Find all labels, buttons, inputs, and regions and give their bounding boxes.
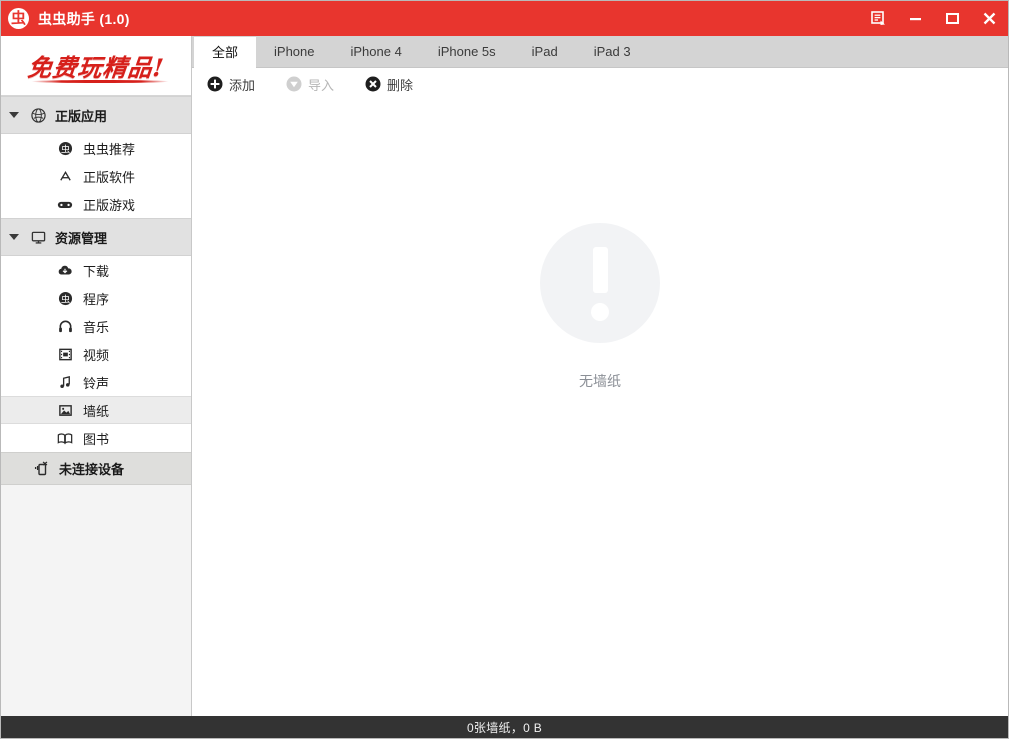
delete-button-label: 删除 [387,75,413,94]
disconnected-device-icon [31,461,53,476]
chevron-down-icon [1,234,27,241]
sidebar-filler [1,485,191,716]
monitor-icon [27,230,49,245]
toolbar: 添加 导入 [192,68,1008,101]
sidebar-item-programs[interactable]: 虫 程序 [1,284,191,312]
maximize-button[interactable] [934,1,971,36]
book-icon [55,431,75,446]
globe-icon [27,108,49,123]
chevron-down-icon [1,112,27,119]
gamepad-icon [55,197,75,212]
app-logo-icon: 虫 [8,8,29,29]
maximize-icon [945,11,960,26]
sidebar-item-label: 正版软件 [83,167,135,186]
exclamation-dot [591,303,609,321]
plus-circle-icon [206,76,223,93]
feedback-button[interactable] [860,1,897,36]
application-window: 虫 虫虫助手 (1.0) [0,0,1009,739]
exclamation-circle-icon [540,223,660,343]
sidebar-section-resource-manager[interactable]: 资源管理 [1,218,191,256]
sidebar-item-label: 铃声 [83,373,109,392]
cloud-download-icon [55,263,75,278]
tab-iphone[interactable]: iPhone [256,36,332,67]
sidebar-item-label: 正版游戏 [83,195,135,214]
headphones-icon [55,319,75,334]
bug-circle-icon: 虫 [55,141,75,156]
minimize-button[interactable] [897,1,934,36]
tab-iphone-4[interactable]: iPhone 4 [333,36,420,67]
sidebar-item-genuine-games[interactable]: 正版游戏 [1,190,191,218]
sidebar-section-label: 资源管理 [55,228,107,247]
close-button[interactable] [971,1,1008,36]
tab-all[interactable]: 全部 [194,37,256,68]
sidebar-device-status[interactable]: 未连接设备 [1,452,191,485]
sidebar-item-label: 视频 [83,345,109,364]
close-icon [982,11,997,26]
sidebar-item-label: 音乐 [83,317,109,336]
note-icon [871,11,886,26]
delete-button[interactable]: 删除 [364,75,413,94]
film-icon [55,347,75,362]
import-button[interactable]: 导入 [285,75,334,94]
add-button-label: 添加 [229,75,255,94]
sidebar-item-downloads[interactable]: 下载 [1,256,191,284]
delete-circle-icon [364,76,381,93]
status-bar: 0张墙纸，0 B [1,716,1008,738]
sidebar-list-resource-manager: 下载 虫 程序 [1,256,191,452]
window-title: 虫虫助手 (1.0) [38,9,130,29]
appstore-icon [55,169,75,184]
sidebar-item-label: 程序 [83,289,109,308]
image-icon [55,403,75,418]
sidebar-item-books[interactable]: 图书 [1,424,191,452]
sidebar-item-label: 墙纸 [83,401,109,420]
promo-banner-text: 免费玩精品! [26,48,166,83]
add-button[interactable]: 添加 [206,75,255,94]
tab-ipad[interactable]: iPad [514,36,576,67]
exclamation-bar [593,247,608,293]
promo-banner: 免费玩精品! [1,36,191,96]
import-circle-icon [285,76,302,93]
body-row: 免费玩精品! 正版应用 [1,36,1008,716]
empty-state-text: 无墙纸 [579,371,621,391]
sidebar-item-label: 图书 [83,429,109,448]
sidebar-list-genuine-apps: 虫 虫虫推荐 正版软件 [1,134,191,218]
tab-iphone-5s[interactable]: iPhone 5s [420,36,514,67]
main-panel: 全部 iPhone iPhone 4 iPhone 5s iPad iPad 3 [192,36,1008,716]
title-bar: 虫 虫虫助手 (1.0) [1,1,1008,36]
sidebar-device-label: 未连接设备 [59,459,124,478]
sidebar-item-music[interactable]: 音乐 [1,312,191,340]
tab-ipad-3[interactable]: iPad 3 [576,36,649,67]
sidebar: 免费玩精品! 正版应用 [1,36,192,716]
sidebar-item-video[interactable]: 视频 [1,340,191,368]
promo-banner-underline [31,80,169,83]
sidebar-item-label: 虫虫推荐 [83,139,135,158]
sidebar-item-genuine-software[interactable]: 正版软件 [1,162,191,190]
import-button-label: 导入 [308,75,334,94]
sidebar-item-ringtones[interactable]: 铃声 [1,368,191,396]
sidebar-section-label: 正版应用 [55,106,107,125]
status-bar-text: 0张墙纸，0 B [467,719,542,736]
window-controls [860,1,1008,36]
sidebar-item-chongchong-recommend[interactable]: 虫 虫虫推荐 [1,134,191,162]
content-area: 无墙纸 [192,101,1008,716]
svg-text:虫: 虫 [60,293,69,305]
minimize-icon [908,11,923,26]
music-note-icon [55,375,75,390]
svg-text:虫: 虫 [60,143,69,155]
bug-circle-icon: 虫 [55,291,75,306]
device-tabs: 全部 iPhone iPhone 4 iPhone 5s iPad iPad 3 [192,36,1008,68]
sidebar-item-label: 下载 [83,261,109,280]
sidebar-section-genuine-apps[interactable]: 正版应用 [1,96,191,134]
sidebar-item-wallpaper[interactable]: 墙纸 [1,396,191,424]
